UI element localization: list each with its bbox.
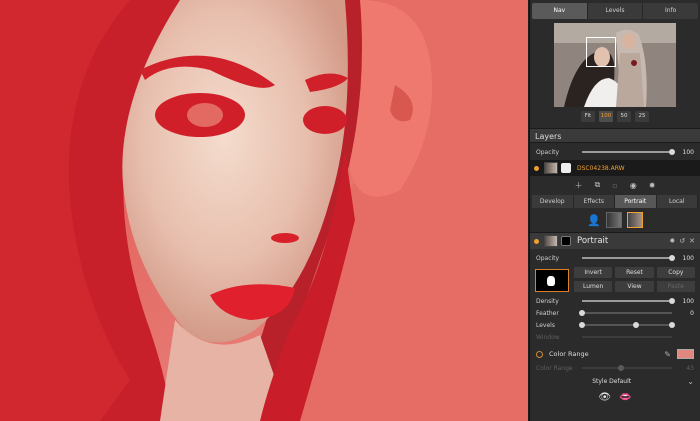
zoom-controls: Fit 100 50 25: [530, 111, 700, 122]
levels-track[interactable]: [579, 322, 675, 328]
invert-button[interactable]: Invert: [574, 267, 613, 278]
lips-icon[interactable]: 👄: [619, 392, 631, 403]
layer-name[interactable]: DSC04238.ARW: [577, 165, 625, 172]
portrait-tools: 👤: [530, 208, 700, 232]
window-slider: Window: [530, 331, 700, 343]
layers-opacity-slider[interactable]: Opacity 100: [530, 146, 700, 158]
layer-toolbar: ＋ ⧉ ▫ ◉ ✹: [530, 176, 700, 194]
face-thumbnail-2[interactable]: [626, 212, 643, 228]
layer-thumbnail: [544, 162, 558, 174]
window-label: Window: [536, 333, 560, 341]
tab-info[interactable]: Info: [643, 3, 698, 19]
feather-track[interactable]: [579, 310, 672, 316]
navigator-thumbnail[interactable]: [554, 23, 676, 107]
portrait-opacity-label: Opacity: [536, 254, 560, 262]
tab-levels[interactable]: Levels: [588, 3, 644, 19]
opacity-knob[interactable]: [669, 149, 675, 155]
density-knob[interactable]: [669, 298, 675, 304]
density-track[interactable]: [582, 298, 675, 304]
tab-portrait[interactable]: Portrait: [615, 195, 657, 208]
view-button[interactable]: View: [615, 281, 654, 292]
portrait-title: Portrait: [577, 236, 609, 246]
delete-icon[interactable]: ▫: [612, 181, 617, 190]
color-range-slider-value: 43: [686, 364, 694, 372]
zoom-fit-button[interactable]: Fit: [581, 111, 595, 122]
zoom-100-button[interactable]: 100: [599, 111, 613, 122]
duplicate-icon[interactable]: ⧉: [595, 180, 601, 190]
camera-icon: [561, 163, 571, 173]
density-slider[interactable]: Density 100: [530, 295, 700, 307]
feather-label: Feather: [536, 309, 559, 317]
portrait-opacity-track[interactable]: [582, 255, 675, 261]
style-dropdown[interactable]: Style Default ⌄: [530, 374, 700, 388]
portrait-visibility-icon[interactable]: [534, 238, 539, 244]
eyedropper-icon[interactable]: ✎: [664, 350, 671, 359]
mask-preview[interactable]: [535, 269, 569, 292]
lumen-button[interactable]: Lumen: [574, 281, 613, 292]
style-label: Style Default: [592, 377, 632, 385]
navigator-viewport-box[interactable]: [586, 37, 616, 67]
tab-effects[interactable]: Effects: [574, 195, 615, 208]
levels-label: Levels: [536, 321, 555, 329]
levels-knob-high[interactable]: [669, 322, 675, 328]
reset-icon[interactable]: ↺: [679, 237, 685, 245]
levels-knob-mid[interactable]: [633, 322, 639, 328]
color-range-slider-label: Color Range: [536, 364, 573, 372]
reset-button[interactable]: Reset: [615, 267, 654, 278]
color-range-slider: Color Range 43: [530, 362, 700, 374]
opacity-track[interactable]: [582, 149, 675, 155]
layers-header[interactable]: Layers: [530, 128, 700, 143]
density-value[interactable]: 100: [678, 298, 694, 305]
tab-nav[interactable]: Nav: [532, 3, 588, 19]
module-tabs: Develop Effects Portrait Local: [532, 195, 698, 208]
zoom-50-button[interactable]: 50: [617, 111, 631, 122]
mask-controls: Invert Reset Copy Lumen View Paste: [530, 264, 700, 292]
gear-icon[interactable]: ✹: [669, 237, 675, 245]
portrait-opacity-slider[interactable]: Opacity 100: [530, 252, 700, 264]
opacity-label: Opacity: [536, 148, 560, 156]
layer-row[interactable]: DSC04238.ARW: [530, 160, 700, 176]
right-panel: Nav Levels Info Fit 100 50 25 Layers Opa…: [529, 0, 700, 421]
portrait-photo: [0, 0, 528, 421]
color-swatch[interactable]: [677, 349, 694, 359]
portrait-opacity-value[interactable]: 100: [678, 255, 694, 262]
color-range-row[interactable]: Color Range ✎: [530, 346, 700, 362]
tab-develop[interactable]: Develop: [532, 195, 574, 208]
face-thumbnail-1[interactable]: [605, 212, 622, 228]
photo-canvas[interactable]: [0, 0, 528, 421]
panel-tabs: Nav Levels Info: [532, 3, 698, 19]
copy-button[interactable]: Copy: [656, 267, 695, 278]
opacity-value[interactable]: 100: [678, 149, 694, 156]
zoom-25-button[interactable]: 25: [635, 111, 649, 122]
plus-icon[interactable]: ＋: [575, 180, 583, 191]
portrait-header-icons: ✹ ↺ ✕: [669, 237, 700, 245]
layer-visibility-icon[interactable]: [534, 165, 539, 171]
portrait-mask-thumbnail: [561, 236, 571, 246]
feather-slider[interactable]: Feather 0: [530, 307, 700, 319]
tab-local[interactable]: Local: [657, 195, 698, 208]
portrait-opacity-knob[interactable]: [669, 255, 675, 261]
levels-knob-low[interactable]: [579, 322, 585, 328]
eye-icon[interactable]: 👁: [598, 392, 611, 403]
paste-button[interactable]: Paste: [656, 281, 695, 292]
stack-icon[interactable]: ◉: [630, 181, 637, 190]
gear-icon[interactable]: ✹: [649, 181, 656, 190]
density-label: Density: [536, 297, 559, 305]
feather-value[interactable]: 0: [678, 310, 694, 317]
add-person-icon[interactable]: 👤: [587, 214, 601, 227]
mask-button-grid: Invert Reset Copy Lumen View Paste: [574, 267, 695, 292]
feather-knob[interactable]: [579, 310, 585, 316]
portrait-bottom-icons: 👁 👄: [530, 392, 700, 403]
portrait-layer-header[interactable]: Portrait ✹ ↺ ✕: [530, 232, 700, 249]
chevron-down-icon[interactable]: ⌄: [687, 377, 694, 386]
color-range-toggle-icon[interactable]: [536, 350, 543, 358]
levels-slider[interactable]: Levels: [530, 319, 700, 331]
color-range-label: Color Range: [549, 350, 589, 358]
portrait-thumbnail: [544, 235, 558, 247]
close-icon[interactable]: ✕: [689, 237, 695, 245]
